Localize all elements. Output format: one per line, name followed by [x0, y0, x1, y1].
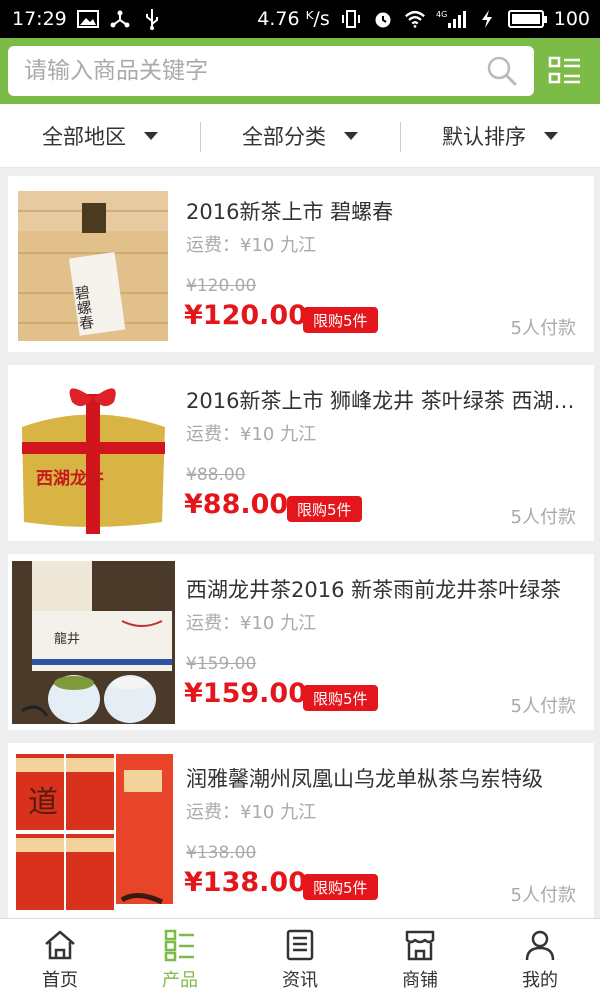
nav-news[interactable]: 资讯 [240, 919, 360, 1000]
filter-category[interactable]: 全部分类 [200, 104, 400, 167]
filter-bar: 全部地区 全部分类 默认排序 [0, 104, 600, 168]
bottom-nav: 首页 产品 资讯 商铺 我的 [0, 918, 600, 1000]
filter-region-label: 全部地区 [42, 124, 126, 149]
status-right: 4.76 ᴷ/s 4G 100 [257, 8, 590, 30]
cell-signal-icon: 4G [436, 8, 466, 30]
product-card[interactable]: 龍井 西湖龙井茶2016 新茶雨前龙井茶叶绿茶 运费：¥10 九江 ¥159.0… [8, 554, 594, 730]
charging-icon [476, 8, 498, 30]
original-price: ¥159.00 [186, 654, 257, 674]
nav-store-label: 商铺 [402, 969, 438, 991]
original-price: ¥120.00 [186, 276, 257, 296]
product-title[interactable]: 2016新茶上市 碧螺春 [186, 196, 581, 226]
product-image[interactable]: 道 [12, 750, 175, 913]
shipping-info: 运费：¥10 九江 [186, 802, 317, 823]
filter-sort-label: 默认排序 [442, 124, 526, 149]
product-title[interactable]: 西湖龙井茶2016 新茶雨前龙井茶叶绿茶 [186, 574, 581, 604]
buyer-count: 5人付款 [510, 507, 576, 528]
home-icon [45, 930, 75, 959]
nav-products-label: 产品 [162, 969, 198, 991]
product-card[interactable]: 碧螺春 2016新茶上市 碧螺春 运费：¥10 九江 ¥120.00 ¥120.… [8, 176, 594, 352]
product-title[interactable]: 润雅馨潮州凤凰山乌龙单枞茶乌岽特级 [186, 763, 581, 793]
nav-home-label: 首页 [42, 969, 78, 991]
shipping-info: 运费：¥10 九江 [186, 424, 317, 445]
product-image[interactable]: 龍井 [12, 561, 175, 724]
buyer-count: 5人付款 [510, 885, 576, 906]
price: ¥159.00 [184, 678, 307, 709]
filter-category-label: 全部分类 [242, 124, 326, 149]
product-image-label: 道 [28, 785, 58, 820]
limit-badge: 限购5件 [287, 496, 362, 522]
shipping-info: 运费：¥10 九江 [186, 235, 317, 256]
share-icon [109, 8, 131, 30]
limit-badge: 限购5件 [303, 685, 378, 711]
list-menu-icon[interactable] [548, 54, 582, 88]
status-time: 17:29 [12, 8, 67, 30]
original-price: ¥138.00 [186, 843, 257, 863]
price: ¥120.00 [184, 300, 307, 331]
battery-level-fill [511, 14, 540, 24]
wifi-icon [404, 8, 426, 30]
usb-icon [141, 8, 163, 30]
alarm-icon [372, 8, 394, 30]
product-image[interactable]: 西湖龙井 [12, 372, 175, 535]
limit-badge: 限购5件 [303, 307, 378, 333]
buyer-count: 5人付款 [510, 318, 576, 339]
nav-products[interactable]: 产品 [120, 919, 240, 1000]
product-title[interactable]: 2016新茶上市 狮峰龙井 茶叶绿茶 西湖龙井 [186, 385, 581, 415]
nav-home[interactable]: 首页 [0, 919, 120, 1000]
original-price: ¥88.00 [186, 465, 246, 485]
user-icon [525, 930, 555, 960]
nav-store[interactable]: 商铺 [360, 919, 480, 1000]
limit-badge: 限购5件 [303, 874, 378, 900]
caret-down-icon [344, 131, 358, 140]
nav-profile[interactable]: 我的 [480, 919, 600, 1000]
search-input[interactable] [24, 58, 486, 84]
caret-down-icon [144, 131, 158, 140]
news-icon [286, 929, 314, 960]
caret-down-icon [544, 131, 558, 140]
shipping-info: 运费：¥10 九江 [186, 613, 317, 634]
header [0, 38, 600, 104]
product-grid-icon [164, 929, 194, 961]
network-speed: 4.76 ᴷ/s [257, 8, 330, 30]
buyer-count: 5人付款 [510, 696, 576, 717]
search-icon[interactable] [486, 55, 518, 87]
product-card[interactable]: 道 润雅馨潮州凤凰山乌龙单枞茶乌岽特级 运费：¥10 九江 ¥138.00 ¥1… [8, 743, 594, 919]
price: ¥138.00 [184, 867, 307, 898]
product-image[interactable]: 碧螺春 [12, 183, 175, 346]
price: ¥88.00 [184, 489, 289, 520]
product-image-label: 西湖龙井 [36, 468, 104, 489]
status-left: 17:29 [12, 8, 163, 30]
store-icon [405, 930, 435, 960]
filter-region[interactable]: 全部地区 [0, 104, 200, 167]
svg-text:4G: 4G [436, 10, 447, 19]
nav-profile-label: 我的 [522, 969, 558, 991]
battery-icon [507, 10, 547, 28]
product-image-label: 龍井 [54, 631, 80, 647]
vibrate-icon [340, 8, 362, 30]
image-icon [76, 8, 99, 30]
battery-percent: 100 [553, 8, 590, 30]
search-box[interactable] [8, 46, 534, 96]
nav-news-label: 资讯 [282, 969, 318, 991]
status-bar: 17:29 4.76 ᴷ/s 4G 100 [0, 0, 600, 38]
filter-sort[interactable]: 默认排序 [400, 104, 600, 167]
product-card[interactable]: 西湖龙井 2016新茶上市 狮峰龙井 茶叶绿茶 西湖龙井 运费：¥10 九江 ¥… [8, 365, 594, 541]
